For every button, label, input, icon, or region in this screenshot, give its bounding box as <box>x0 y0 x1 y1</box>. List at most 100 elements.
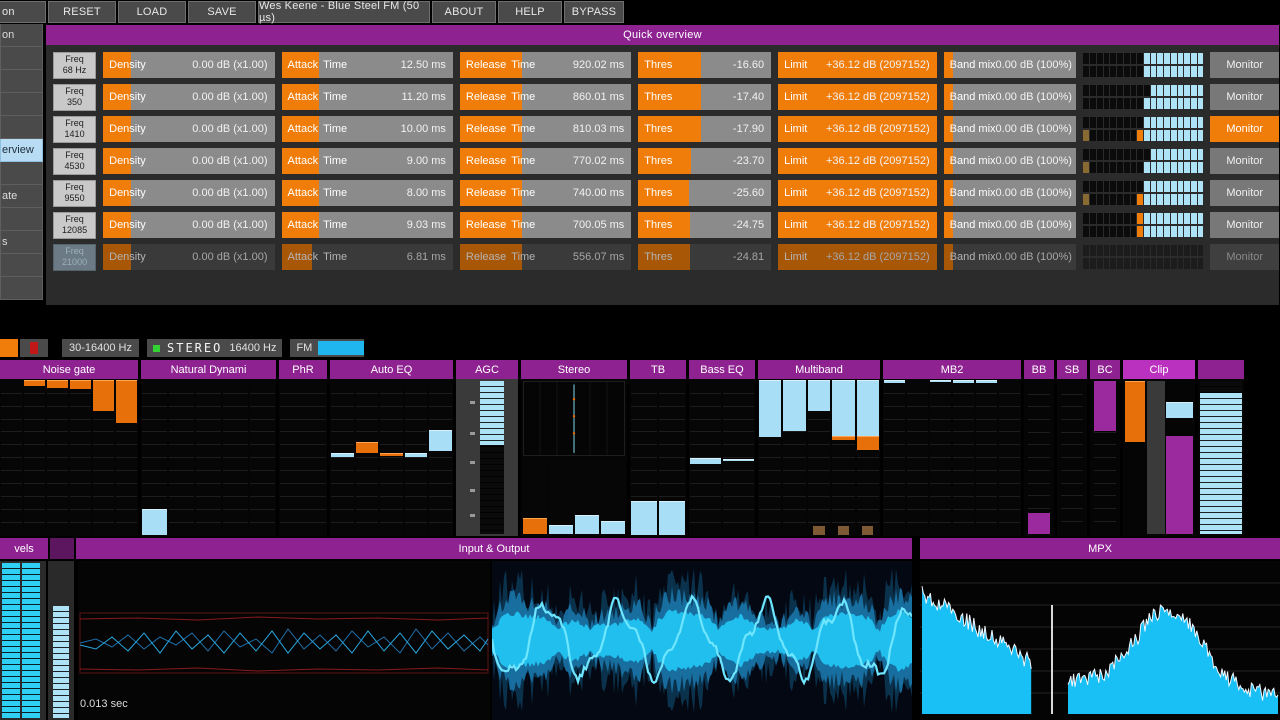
density-slider[interactable]: Density 0.00 dB (x1.00) <box>103 244 275 270</box>
monitor-button[interactable]: Monitor <box>1210 212 1279 238</box>
band-frequency-button[interactable]: Freq 21000 <box>53 243 97 271</box>
module-clip[interactable]: Clip <box>1123 360 1195 536</box>
sidebar-item-1[interactable] <box>0 47 43 70</box>
density-slider[interactable]: Density 0.00 dB (x1.00) <box>103 148 275 174</box>
release-time-slider[interactable]: Release Time 770.02 ms <box>459 148 632 174</box>
sidebar-item-9[interactable]: s <box>0 231 43 254</box>
band-frequency-button[interactable]: Freq 1410 <box>53 115 97 143</box>
threshold-slider[interactable]: Thres -17.40 <box>638 84 772 110</box>
band-mix-slider[interactable]: Band mix 0.00 dB (100%) <box>943 148 1077 174</box>
sidebar-item-2[interactable] <box>0 70 43 93</box>
module-graph[interactable] <box>1198 379 1244 536</box>
threshold-slider[interactable]: Thres -24.81 <box>638 244 772 270</box>
module-title[interactable]: Natural Dynami <box>141 360 276 379</box>
band-mix-slider[interactable]: Band mix 0.00 dB (100%) <box>943 180 1077 206</box>
band-mix-slider[interactable]: Band mix 0.00 dB (100%) <box>943 116 1077 142</box>
module-graph[interactable] <box>0 379 138 536</box>
release-time-slider[interactable]: Release Time 810.03 ms <box>459 116 632 142</box>
module-extra[interactable] <box>1198 360 1244 536</box>
module-title[interactable]: Auto EQ <box>330 360 453 379</box>
small-oscilloscope[interactable]: 0.013 sec <box>78 561 490 720</box>
monitor-button[interactable]: Monitor <box>1210 244 1279 270</box>
module-title[interactable] <box>1198 360 1244 379</box>
limit-slider[interactable]: Limit +36.12 dB (2097152) <box>778 212 937 238</box>
module-title[interactable]: TB <box>630 360 686 379</box>
sidebar-item-10[interactable] <box>0 254 43 277</box>
release-time-slider[interactable]: Release Time 700.05 ms <box>459 212 632 238</box>
module-agc[interactable]: AGC <box>456 360 518 536</box>
attack-time-slider[interactable]: Attack Time 6.81 ms <box>281 244 453 270</box>
attack-time-slider[interactable]: Attack Time 11.20 ms <box>281 84 453 110</box>
module-title[interactable]: Noise gate <box>0 360 138 379</box>
release-time-slider[interactable]: Release Time 920.02 ms <box>459 52 632 78</box>
module-title[interactable]: SB <box>1057 360 1087 379</box>
module-graph[interactable] <box>1090 379 1120 536</box>
toolbar-clipped-button[interactable]: on <box>0 1 46 23</box>
density-slider[interactable]: Density 0.00 dB (x1.00) <box>103 84 275 110</box>
band-mix-slider[interactable]: Band mix 0.00 dB (100%) <box>943 84 1077 110</box>
bypass-button[interactable]: BYPASS <box>564 1 624 23</box>
module-title[interactable]: Bass EQ <box>689 360 755 379</box>
module-graph[interactable] <box>630 379 686 536</box>
limit-slider[interactable]: Limit +36.12 dB (2097152) <box>778 84 937 110</box>
module-mb2[interactable]: MB2 <box>883 360 1021 536</box>
module-title[interactable]: MB2 <box>883 360 1021 379</box>
density-slider[interactable]: Density 0.00 dB (x1.00) <box>103 52 275 78</box>
module-multiband[interactable]: Multiband <box>758 360 880 536</box>
limit-slider[interactable]: Limit +36.12 dB (2097152) <box>778 116 937 142</box>
module-graph[interactable] <box>1123 379 1195 536</box>
preset-name-field[interactable]: Wes Keene - Blue Steel FM (50 µs) <box>258 0 430 24</box>
module-title[interactable]: Stereo <box>521 360 627 379</box>
release-time-slider[interactable]: Release Time 860.01 ms <box>459 84 632 110</box>
sidebar-item-5[interactable]: erview <box>0 139 43 162</box>
band-frequency-button[interactable]: Freq 9550 <box>53 179 97 207</box>
module-tb[interactable]: TB <box>630 360 686 536</box>
band-frequency-button[interactable]: Freq 350 <box>53 83 97 111</box>
monitor-button[interactable]: Monitor <box>1210 52 1279 78</box>
attack-time-slider[interactable]: Attack Time 10.00 ms <box>281 116 453 142</box>
main-waveform-display[interactable] <box>490 561 913 720</box>
limit-slider[interactable]: Limit +36.12 dB (2097152) <box>778 244 937 270</box>
module-graph[interactable] <box>141 379 276 536</box>
density-slider[interactable]: Density 0.00 dB (x1.00) <box>103 116 275 142</box>
module-noise-gate[interactable]: Noise gate <box>0 360 138 536</box>
threshold-slider[interactable]: Thres -25.60 <box>638 180 772 206</box>
status-record-indicator[interactable] <box>20 339 48 357</box>
about-button[interactable]: ABOUT <box>432 1 496 23</box>
attack-time-slider[interactable]: Attack Time 9.00 ms <box>281 148 453 174</box>
module-graph[interactable] <box>279 379 327 536</box>
module-title[interactable]: BB <box>1024 360 1054 379</box>
release-time-slider[interactable]: Release Time 740.00 ms <box>459 180 632 206</box>
band-mix-slider[interactable]: Band mix 0.00 dB (100%) <box>943 212 1077 238</box>
attack-time-slider[interactable]: Attack Time 8.00 ms <box>281 180 453 206</box>
module-graph[interactable] <box>456 379 518 536</box>
limit-slider[interactable]: Limit +36.12 dB (2097152) <box>778 180 937 206</box>
limit-slider[interactable]: Limit +36.12 dB (2097152) <box>778 148 937 174</box>
status-orange-indicator[interactable] <box>0 339 18 357</box>
module-graph[interactable] <box>883 379 1021 536</box>
sidebar-item-8[interactable] <box>0 208 43 231</box>
help-button[interactable]: HELP <box>498 1 562 23</box>
load-button[interactable]: LOAD <box>118 1 186 23</box>
module-natural-dynami[interactable]: Natural Dynami <box>141 360 276 536</box>
module-sb[interactable]: SB <box>1057 360 1087 536</box>
monitor-button[interactable]: Monitor <box>1210 180 1279 206</box>
module-graph[interactable] <box>758 379 880 536</box>
module-phr[interactable]: PhR <box>279 360 327 536</box>
sidebar-item-4[interactable] <box>0 116 43 139</box>
sidebar-item-6[interactable] <box>0 162 43 185</box>
threshold-slider[interactable]: Thres -16.60 <box>638 52 772 78</box>
module-bass-eq[interactable]: Bass EQ <box>689 360 755 536</box>
threshold-slider[interactable]: Thres -17.90 <box>638 116 772 142</box>
attack-time-slider[interactable]: Attack Time 9.03 ms <box>281 212 453 238</box>
sidebar-item-11[interactable] <box>0 277 43 300</box>
sidebar-item-3[interactable] <box>0 93 43 116</box>
module-title[interactable]: BC <box>1090 360 1120 379</box>
module-bc[interactable]: BC <box>1090 360 1120 536</box>
module-graph[interactable] <box>1024 379 1054 536</box>
monitor-button[interactable]: Monitor <box>1210 148 1279 174</box>
threshold-slider[interactable]: Thres -23.70 <box>638 148 772 174</box>
sidebar-item-7[interactable]: ate <box>0 185 43 208</box>
band-mix-slider[interactable]: Band mix 0.00 dB (100%) <box>943 52 1077 78</box>
density-slider[interactable]: Density 0.00 dB (x1.00) <box>103 180 275 206</box>
